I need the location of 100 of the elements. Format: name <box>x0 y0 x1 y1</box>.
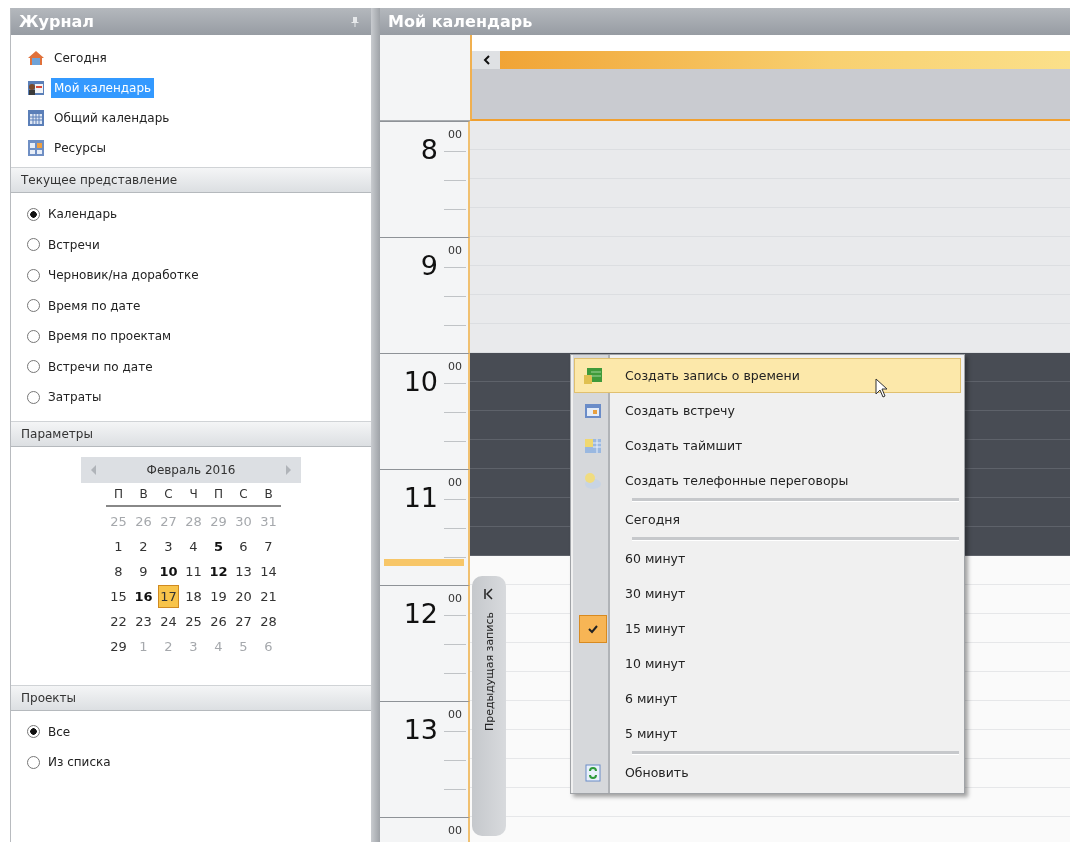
minutes-label: 00 <box>448 708 462 721</box>
menu-item[interactable]: 10 минут <box>574 646 961 681</box>
panel-title: Журнал <box>19 12 95 31</box>
weekday-label: В <box>139 486 148 501</box>
menu-item[interactable]: Создать таймшит <box>574 428 961 463</box>
menu-item[interactable]: 60 минут <box>574 541 961 576</box>
view-title: Мой календарь <box>388 12 533 31</box>
radio-button[interactable] <box>27 360 40 374</box>
radio-label[interactable]: Черновик/на доработке <box>48 268 199 283</box>
calendar-day[interactable]: 22 <box>109 610 128 632</box>
calendar-day[interactable]: 18 <box>184 585 203 607</box>
time-slot[interactable] <box>470 237 1070 266</box>
time-slot[interactable] <box>470 208 1070 237</box>
calendar-day[interactable]: 12 <box>208 560 229 582</box>
calendar-day[interactable]: 28 <box>259 610 278 632</box>
radio-button[interactable] <box>27 268 40 282</box>
weekday-label: П <box>214 486 223 501</box>
radio-button[interactable] <box>27 755 40 769</box>
pin-icon[interactable] <box>351 15 359 28</box>
minutes-label: 00 <box>448 244 462 257</box>
hour-label: 12 <box>403 598 438 629</box>
time-slot[interactable] <box>470 121 1070 150</box>
calendar-day[interactable]: 21 <box>259 585 278 607</box>
hour-label: 11 <box>403 482 438 513</box>
calendar-day[interactable]: 4 <box>188 535 199 557</box>
previous-entry-tab[interactable]: Предыдущая запись <box>472 576 506 836</box>
nav-item[interactable]: Сегодня <box>51 48 110 68</box>
calendar-day[interactable]: 26 <box>209 610 228 632</box>
calendar-day[interactable]: 15 <box>109 585 128 607</box>
menu-item[interactable]: Обновить <box>574 755 961 790</box>
weekday-label: Ч <box>189 486 198 501</box>
radio-button[interactable] <box>27 725 40 739</box>
radio-button[interactable] <box>27 207 40 221</box>
hour-label: 8 <box>420 134 438 165</box>
radio-label[interactable]: Календарь <box>48 207 118 222</box>
chevron-left-icon <box>482 55 490 65</box>
menu-item[interactable]: 15 минут <box>574 611 961 646</box>
radio-button[interactable] <box>27 390 40 404</box>
sheet-icon <box>583 436 603 455</box>
minutes-label: 00 <box>448 128 462 141</box>
section-header[interactable]: Проекты <box>11 684 371 711</box>
calendar-day[interactable]: 16 <box>133 585 154 607</box>
time-slot[interactable] <box>470 266 1070 295</box>
calendar-day[interactable]: 7 <box>263 535 274 557</box>
calendar-day[interactable]: 24 <box>159 610 178 632</box>
calendar-day[interactable]: 25 <box>184 610 203 632</box>
time-slot[interactable] <box>470 817 1070 842</box>
radio-button[interactable] <box>27 238 40 252</box>
radio-label[interactable]: Время по дате <box>48 298 141 313</box>
radio-label[interactable]: Встречи по дате <box>48 359 153 374</box>
calendar-day[interactable]: 10 <box>158 560 179 582</box>
radio-label[interactable]: Все <box>48 724 71 739</box>
calendar-day[interactable]: 13 <box>234 560 253 582</box>
calendar-day[interactable]: 6 <box>238 535 249 557</box>
nav-item[interactable]: Ресурсы <box>51 138 109 158</box>
calendar-day[interactable]: 2 <box>138 535 149 557</box>
calendar-day[interactable]: 23 <box>134 610 153 632</box>
time-slot[interactable] <box>470 150 1070 179</box>
next-month-icon[interactable] <box>285 464 291 475</box>
radio-label[interactable]: Время по проектам <box>48 329 172 344</box>
radio-button[interactable] <box>27 329 40 343</box>
calendar-day[interactable]: 20 <box>234 585 253 607</box>
calendar-day[interactable]: 29 <box>109 635 128 657</box>
previous-button[interactable] <box>472 51 500 69</box>
section-header[interactable]: Параметры <box>11 420 371 447</box>
calendar-icon <box>27 109 45 127</box>
radio-label[interactable]: Затраты <box>48 390 102 405</box>
calendar-day[interactable]: 1 <box>113 535 124 557</box>
menu-item[interactable]: Сегодня <box>574 502 961 537</box>
radio-label[interactable]: Из списка <box>48 755 111 770</box>
nav-item[interactable]: Общий календарь <box>51 108 173 128</box>
time-slot[interactable] <box>470 295 1070 324</box>
hour-label: 9 <box>420 250 438 281</box>
calendar-day[interactable]: 9 <box>138 560 149 582</box>
minutes-label: 00 <box>448 824 462 837</box>
calendar-icon <box>583 401 603 420</box>
calendar-day[interactable]: 5 <box>212 535 224 557</box>
menu-item[interactable]: 6 минут <box>574 681 961 716</box>
time-slot[interactable] <box>470 179 1070 208</box>
spreadsheet-icon <box>583 366 603 385</box>
time-slot[interactable] <box>470 324 1070 353</box>
calendar-day[interactable]: 3 <box>163 535 174 557</box>
calendar-day[interactable]: 11 <box>184 560 203 582</box>
calendar-day[interactable]: 27 <box>234 610 253 632</box>
calendar-day[interactable]: 14 <box>259 560 278 582</box>
calendar-day[interactable]: 8 <box>113 560 124 582</box>
menu-item[interactable]: 30 минут <box>574 576 961 611</box>
menu-item[interactable]: Создать запись о времени <box>574 358 961 393</box>
radio-label[interactable]: Встречи <box>48 237 100 252</box>
calendar-day[interactable]: 17 <box>158 584 179 608</box>
house-icon <box>27 49 45 67</box>
menu-item[interactable]: Создать телефонные переговоры <box>574 463 961 498</box>
menu-item[interactable]: Создать встречу <box>574 393 961 428</box>
previous-month-icon[interactable] <box>91 464 97 475</box>
section-header[interactable]: Текущее представление <box>11 167 371 193</box>
splitter[interactable] <box>371 8 380 842</box>
calendar-day[interactable]: 19 <box>209 585 228 607</box>
minutes-label: 00 <box>448 360 462 373</box>
menu-item[interactable]: 5 минут <box>574 716 961 751</box>
radio-button[interactable] <box>27 299 40 313</box>
